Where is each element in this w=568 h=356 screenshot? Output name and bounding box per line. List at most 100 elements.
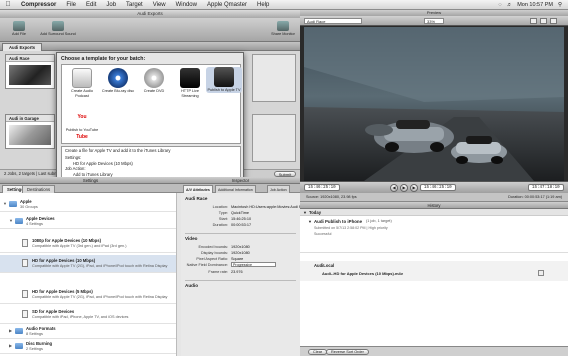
template-youtube[interactable]: You Tube Publish to YouTube [64, 107, 100, 140]
wifi-icon[interactable]: ◌ [498, 2, 501, 8]
tab-additional-info[interactable]: Additional Information [215, 185, 256, 193]
list-item[interactable]: SD for Apple Devices Compatible with iPa… [0, 306, 176, 324]
template-bluray[interactable]: Create Blu-ray disc [100, 68, 136, 94]
spotlight-icon[interactable]: ⚲ [558, 2, 562, 8]
menu-window[interactable]: Window [171, 2, 202, 8]
row-title: Audio Formats [26, 326, 56, 331]
job-audi-garage[interactable]: Audi in Garage [5, 114, 55, 149]
menu-help[interactable]: Help [252, 2, 274, 8]
split-view-icon[interactable] [530, 18, 537, 24]
add-surround-icon [52, 21, 64, 31]
tab-job-action[interactable]: Job Action [267, 185, 290, 193]
menu-edit[interactable]: Edit [81, 2, 101, 8]
list-item[interactable]: ▼ Apple Devices 4 Settings [0, 214, 176, 229]
job-target-area[interactable] [252, 54, 296, 102]
source-select[interactable]: Audi Race [304, 18, 362, 24]
list-item[interactable]: ▼ Apple 30 Groups [0, 197, 176, 212]
sheet-title: Choose a template for your batch: [61, 56, 146, 62]
add-file-label: Add File [12, 32, 26, 36]
rewind-icon[interactable]: ◀ [390, 184, 398, 192]
job-title: Audi in Garage [6, 115, 54, 122]
disclosure-triangle-icon[interactable]: ▶ [9, 343, 12, 348]
history-target-setting: Audi--HD for Apple Devices (10 Mbps).m4v [322, 271, 403, 276]
list-item[interactable]: ▶ Disc Burning 2 Settings [0, 340, 176, 354]
tab-av-attributes[interactable]: A/V Attributes [183, 185, 213, 193]
list-item[interactable]: HD for Apple Devices (5 Mbps) Compatible… [0, 286, 176, 304]
field-label: Pixel Aspect Ratio: [196, 257, 228, 261]
list-item[interactable]: HD for Apple Devices (10 Mbps) Compatibl… [0, 255, 176, 273]
volume-icon[interactable]: ♬ [507, 2, 513, 8]
menu-view[interactable]: View [148, 2, 171, 8]
forward-icon[interactable]: ▶ [410, 184, 418, 192]
history-job-submitted: Submitted on 5/7/13 2:58:02 PM | High pr… [314, 226, 388, 230]
history-target-row[interactable]: AudiLocal Audi--HD for Apple Devices (10… [300, 261, 568, 281]
share-monitor-button[interactable]: Share Monitor [266, 20, 300, 40]
menu-app[interactable]: Compressor [16, 2, 61, 8]
job-thumbnail [9, 125, 51, 145]
preview-toolbar: Audi Race 33% [300, 16, 568, 26]
history-group-row[interactable]: ▼ Today [300, 209, 568, 216]
batch-tab[interactable]: Audi Exports [2, 43, 43, 51]
field-label: Duration: [212, 223, 228, 227]
menu-target[interactable]: Target [121, 2, 148, 8]
window-title: Audi Exports [0, 10, 300, 18]
job-audi-race[interactable]: Audi Race [5, 54, 55, 89]
clear-button[interactable]: Clear [308, 349, 328, 355]
settings-panel: Settings Settings Destinations ▼ Apple 3… [0, 177, 181, 356]
template-label: Create Audio Podcast [71, 89, 93, 98]
history-list: ▼ Today ▼ Audi Publish to iPhone (1 job,… [300, 209, 568, 346]
divider [185, 233, 296, 234]
disclosure-triangle-icon[interactable]: ▼ [3, 201, 7, 206]
timecode-in[interactable]: 15:46:25:10 [304, 184, 340, 191]
apple-menu-icon[interactable]:  [0, 1, 16, 8]
field-value: 00:00:53:17 [231, 223, 252, 227]
template-dvd[interactable]: Create DVD [136, 68, 172, 94]
menu-qmaster[interactable]: Apple Qmaster [202, 2, 252, 8]
share-monitor-label: Share Monitor [271, 32, 295, 36]
template-label: Create DVD [143, 89, 165, 93]
single-view-icon[interactable] [540, 18, 547, 24]
row-subtitle: 8 Settings [26, 332, 43, 336]
timecode-current[interactable]: 15:46:25:10 [420, 184, 456, 191]
preview-video[interactable] [304, 27, 564, 181]
field-label: Frame rate: [208, 270, 228, 274]
toolbar: Add File Add Surround Sound Share Monito… [0, 18, 300, 42]
template-http-live[interactable]: HTTP Live Streaming [172, 68, 208, 98]
tab-destinations[interactable]: Destinations [22, 185, 56, 193]
reveal-file-icon[interactable] [538, 270, 544, 276]
history-title: History [300, 202, 568, 209]
youtube-icon: You Tube [72, 107, 92, 140]
job-target-area[interactable] [252, 114, 296, 162]
disclosure-triangle-icon[interactable]: ▶ [9, 328, 12, 333]
list-item[interactable]: ▶ Audio Formats 8 Settings [0, 325, 176, 339]
preview-window: Preview Audi Race 33% 15:46:25:10 15:46:… [300, 10, 568, 193]
field-label: Display bounds: [200, 251, 228, 255]
add-surround-button[interactable]: Add Surround Sound [38, 20, 78, 40]
settings-list: ▼ Apple 30 Groups ▼ Apple Devices 4 Sett… [0, 193, 181, 356]
disclosure-triangle-icon[interactable]: ▼ [9, 218, 13, 223]
template-apple-tv[interactable]: Publish to Apple TV [206, 67, 242, 93]
job-title: Audi Race [6, 55, 54, 62]
inspector-title: Inspector [181, 177, 300, 184]
menu-job[interactable]: Job [101, 2, 121, 8]
row-subtitle: Compatible with Apple TV (3rd gen.) and … [32, 244, 127, 248]
play-icon[interactable]: ▶ [400, 184, 408, 192]
menu-bar:  Compressor File Edit Job Target View W… [0, 0, 568, 10]
zoom-select[interactable]: 33% [424, 18, 444, 24]
timecode-out[interactable]: 15:47:18:10 [528, 184, 564, 191]
source-info: Source: 1920x1080, 23.98 fps [306, 195, 357, 199]
folder-icon [15, 218, 23, 224]
history-job-row[interactable]: ▼ Audi Publish to iPhone (1 job, 1 targe… [300, 217, 568, 253]
template-sheet: Choose a template for your batch: Create… [56, 52, 246, 189]
disclosure-triangle-icon[interactable]: ▼ [308, 219, 312, 224]
template-audio-podcast[interactable]: Create Audio Podcast [64, 68, 100, 98]
disclosure-triangle-icon[interactable]: ▼ [303, 210, 307, 215]
dvd-disc-icon [144, 68, 164, 88]
menu-clock[interactable]: Mon 10:57 PM [517, 2, 553, 8]
fullscreen-icon[interactable] [550, 18, 557, 24]
reverse-sort-button[interactable]: Reverse Sort Order [326, 349, 369, 355]
field-dominance-select[interactable]: Progressive [231, 262, 276, 267]
menu-file[interactable]: File [61, 2, 81, 8]
add-file-button[interactable]: Add File [2, 20, 36, 40]
list-item[interactable]: 1080p for Apple Devices (10 Mbps) Compat… [0, 235, 176, 253]
